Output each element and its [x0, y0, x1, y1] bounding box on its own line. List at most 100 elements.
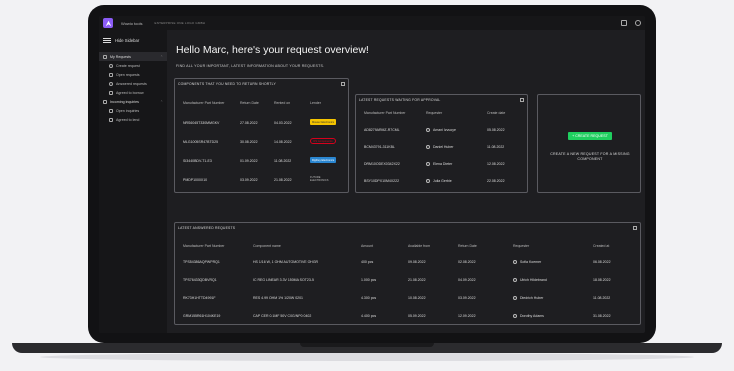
amount: 4.300 pcs — [361, 296, 377, 300]
column-header: Available from — [408, 244, 431, 248]
component-name: RES 4.99 OHM 1% 1/20W 0201 — [253, 296, 303, 300]
sidebar-item-incoming-inquiries[interactable]: Incoming inquiries ⌃ — [99, 97, 167, 106]
return-date: 03.09.2022 — [458, 296, 476, 300]
part-number: SI3440BDV-T1-E3 — [183, 159, 212, 163]
sidebar-item-label: Create request — [116, 63, 140, 68]
hide-sidebar-label: Hide Sidebar — [115, 37, 140, 43]
external-link-icon[interactable] — [520, 98, 524, 102]
requester: Amani Izvuoye — [426, 128, 456, 133]
handshake-icon — [109, 90, 113, 95]
avatar-icon — [426, 179, 430, 184]
chevron-up-icon: ⌃ — [160, 54, 163, 59]
component-name: HS 1/16 W, 1 OHM AUTOMOTIVE OHGR — [253, 260, 319, 264]
requester: Daniel Huber — [426, 145, 453, 150]
part-number: TPS54386AQPWPRQ1 — [183, 260, 220, 264]
sidebar-item-label: Open inquiries — [116, 108, 140, 113]
column-header: Manufacturer Part Number — [364, 111, 406, 115]
requester-name: Amani Izvuoye — [433, 128, 456, 132]
rented-date: 11.08.2022 — [274, 159, 292, 163]
folder-icon — [109, 72, 113, 77]
avatar-icon — [513, 314, 517, 319]
company-name: ENTERPRISE ONE LOGO GMBH — [154, 21, 206, 25]
created-at: 06.08.2022 — [593, 260, 611, 264]
return-date: 04.09.2022 — [458, 278, 476, 282]
create-date: 22.08.2022 — [487, 179, 505, 183]
amount: 1.000 pcs — [361, 278, 377, 282]
rented-date: 14.08.2022 — [274, 140, 292, 144]
screen: Wowio tools ENTERPRISE ONE LOGO GMBH Hid… — [99, 16, 645, 333]
requester: Ulrich Hildebrand — [513, 278, 547, 283]
return-date: 12.09.2022 — [458, 314, 476, 318]
grid-icon[interactable] — [621, 20, 627, 26]
rented-date: 04.03.2022 — [274, 121, 292, 125]
sidebar-group-incoming-inquiries: Incoming inquiries ⌃ Open inquiries Agre… — [99, 97, 167, 124]
chevron-up-icon: ⌃ — [160, 99, 163, 104]
create-date: 11.08.2022 — [487, 145, 505, 149]
sidebar-item-agreed-to-borrow[interactable]: Agreed to borrow — [99, 88, 167, 97]
created-at: 18.08.2022 — [593, 278, 611, 282]
column-header: Create date — [487, 111, 506, 115]
return-date: 02.08.2022 — [458, 260, 476, 264]
requester-name: Ulrich Hildebrand — [520, 278, 547, 282]
return-date: 03.09.2022 — [240, 178, 258, 182]
return-date: 30.08.2022 — [240, 140, 258, 144]
column-header: Requester — [426, 111, 443, 115]
create-request-button[interactable]: + CREATE REQUEST — [568, 132, 612, 140]
app-name: Wowio tools — [121, 20, 143, 26]
sidebar-item-label: Open requests — [116, 72, 140, 77]
avatar-icon — [426, 128, 430, 133]
component-name: IC REG LINEAR 3.3V 150MA SOT23-5 — [253, 278, 314, 282]
app-logo[interactable] — [103, 18, 113, 28]
amount: 400 pcs — [361, 260, 374, 264]
requester: Diedrich Huber — [513, 296, 544, 301]
sidebar: Hide Sidebar My Requests ⌃ Create reques… — [99, 30, 167, 333]
components-return-panel: COMPONENTS THAT YOU NEED TO RETURN SHORT… — [174, 78, 349, 193]
requester: Elena Dieter — [426, 162, 452, 167]
sidebar-item-create-request[interactable]: Create request — [99, 61, 167, 70]
part-number: NRS6045T330MMGKV — [183, 121, 220, 125]
column-header: Lender — [310, 101, 321, 105]
requester: Julia Gerbie — [426, 179, 452, 184]
avatar-icon — [426, 162, 430, 167]
sidebar-item-label: Answered requests — [116, 81, 147, 86]
page-subtitle: FIND ALL YOUR IMPORTANT, LATEST INFORMAT… — [176, 64, 325, 68]
available-from: 10.08.2022 — [408, 296, 426, 300]
sidebar-item-open-inquiries[interactable]: Open inquiries — [99, 106, 167, 115]
sidebar-item-label: My Requests — [110, 54, 131, 59]
return-date: 01.09.2022 — [240, 159, 258, 163]
rented-date: 21.08.2022 — [274, 178, 292, 182]
avatar-icon — [513, 260, 517, 265]
requester-name: Diedrich Huber — [520, 296, 544, 300]
available-from: 05.09.2022 — [408, 314, 426, 318]
column-header: Created at — [593, 244, 610, 248]
requester: Sofia Koemer — [513, 260, 541, 265]
external-link-icon[interactable] — [341, 82, 345, 86]
main-content: Hello Marc, here's your request overview… — [167, 30, 645, 333]
sidebar-item-label: Agreed to borrow — [116, 90, 144, 95]
part-number: BCM43791-311KBL — [364, 145, 395, 149]
approvals-panel: LATEST REQUESTS WAITING FOR APPROVAL Man… — [355, 94, 528, 193]
sidebar-item-open-requests[interactable]: Open requests — [99, 70, 167, 79]
check-circle-icon — [109, 81, 113, 86]
plus-circle-icon — [109, 63, 113, 68]
handshake-icon — [109, 117, 113, 122]
vendor-logo-digikey: DigiKey Electronics — [310, 157, 336, 163]
vendor-logo-mouser: Mouser Electronics — [310, 119, 336, 125]
sidebar-item-answered-requests[interactable]: Answered requests — [99, 79, 167, 88]
component-name: CAP CER 0.1MF 50V C0G/NP0 0402 — [253, 314, 312, 318]
create-request-panel: + CREATE REQUEST CREATE A NEW REQUEST FO… — [537, 94, 641, 193]
laptop-shadow — [40, 353, 694, 361]
column-header: Return Date — [240, 101, 259, 105]
vendor-logo-future: FUTURE ELECTRONICS — [310, 176, 329, 182]
sidebar-item-agreed-to-lend[interactable]: Agreed to lend — [99, 115, 167, 124]
top-icons — [621, 20, 641, 26]
sidebar-item-my-requests[interactable]: My Requests ⌃ — [99, 52, 167, 61]
menu-icon — [103, 37, 111, 43]
return-date: 27.08.2022 — [240, 121, 258, 125]
available-from: 09.08.2022 — [408, 260, 426, 264]
user-icon[interactable] — [635, 20, 641, 26]
column-header: Rented on — [274, 101, 291, 105]
amount: 4.400 pcs — [361, 314, 377, 318]
external-link-icon[interactable] — [633, 226, 637, 230]
hide-sidebar-button[interactable]: Hide Sidebar — [99, 34, 167, 46]
